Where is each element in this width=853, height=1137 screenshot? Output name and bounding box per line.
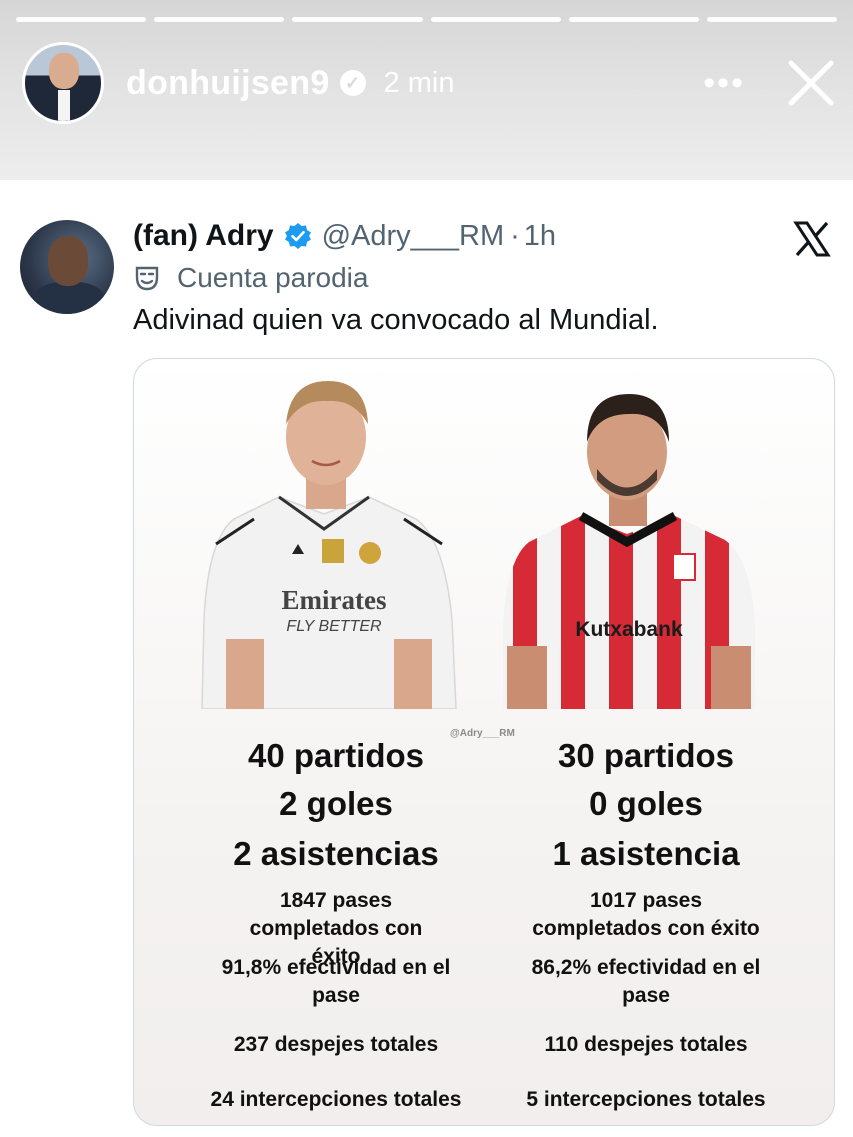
story-timestamp: 2 min bbox=[383, 66, 455, 99]
close-icon[interactable] bbox=[785, 57, 837, 109]
right-stat-pass-accuracy: 86,2% efectividad en el pase bbox=[531, 956, 761, 1007]
left-jersey-sponsor: Emirates bbox=[282, 585, 387, 615]
story-username[interactable]: donhuijsen9 bbox=[126, 64, 330, 103]
right-jersey-sponsor: Kutxabank bbox=[575, 618, 683, 641]
tweet-handle[interactable]: @Adry___RM bbox=[322, 220, 505, 253]
right-stat-assists: 1 asistencia bbox=[552, 835, 740, 872]
left-stat-goals: 2 goles bbox=[279, 785, 393, 822]
right-stat-matches: 30 partidos bbox=[557, 737, 735, 774]
progress-segment bbox=[430, 17, 561, 22]
progress-segment bbox=[568, 17, 699, 22]
tweet-text: Adivinad quien va convocado al Mundial. bbox=[133, 304, 659, 336]
right-player-image: Kutxabank bbox=[499, 384, 759, 709]
tweet-media-image[interactable]: Emirates FLY BETTER Kutxabank @Adry___RM… bbox=[133, 358, 835, 1126]
story-progress-bar bbox=[16, 17, 838, 22]
left-player-image: Emirates FLY BETTER bbox=[194, 369, 464, 710]
parody-label-row: Cuenta parodia bbox=[133, 260, 368, 296]
story-header-area: donhuijsen9 ✓ 2 min ••• bbox=[0, 0, 853, 180]
progress-segment bbox=[154, 17, 285, 22]
theater-mask-icon bbox=[135, 266, 159, 291]
left-stat-pass-accuracy: 91,8% efectividad en el pase bbox=[221, 956, 451, 1007]
story-header: donhuijsen9 ✓ 2 min ••• bbox=[22, 41, 837, 125]
more-horizontal-icon[interactable]: ••• bbox=[703, 66, 745, 100]
right-stat-interceptions: 5 intercepciones totales bbox=[526, 1088, 766, 1111]
tweet-author-avatar[interactable] bbox=[20, 220, 114, 314]
parody-account-label: Cuenta parodia bbox=[177, 262, 369, 293]
left-stat-matches: 40 partidos bbox=[247, 737, 425, 774]
right-stat-goals: 0 goles bbox=[589, 785, 703, 822]
right-stat-clearances: 110 despejes totales bbox=[544, 1033, 748, 1056]
right-stat-passes: 1017 pases completados con éxito bbox=[532, 889, 760, 940]
left-stat-interceptions: 24 intercepciones totales bbox=[210, 1088, 462, 1111]
x-logo-icon bbox=[793, 221, 831, 257]
tweet-timestamp[interactable]: 1h bbox=[524, 220, 556, 253]
verified-badge-icon: ✓ bbox=[339, 70, 366, 96]
verified-icon bbox=[284, 223, 311, 249]
progress-segment bbox=[706, 17, 838, 22]
left-stat-assists: 2 asistencias bbox=[233, 835, 439, 872]
tweet-card[interactable]: (fan) Adry @Adry___RM · 1h Cuenta parodi… bbox=[0, 180, 853, 1137]
story-avatar[interactable] bbox=[22, 42, 104, 124]
tweet-display-name[interactable]: (fan) Adry bbox=[133, 219, 274, 253]
left-stat-clearances: 237 despejes totales bbox=[233, 1033, 439, 1056]
left-jersey-slogan: FLY BETTER bbox=[286, 618, 382, 635]
tweet-separator: · bbox=[510, 219, 520, 252]
tweet-author-row: (fan) Adry @Adry___RM · 1h bbox=[133, 216, 556, 256]
progress-segment bbox=[292, 17, 423, 22]
progress-segment bbox=[16, 17, 147, 22]
